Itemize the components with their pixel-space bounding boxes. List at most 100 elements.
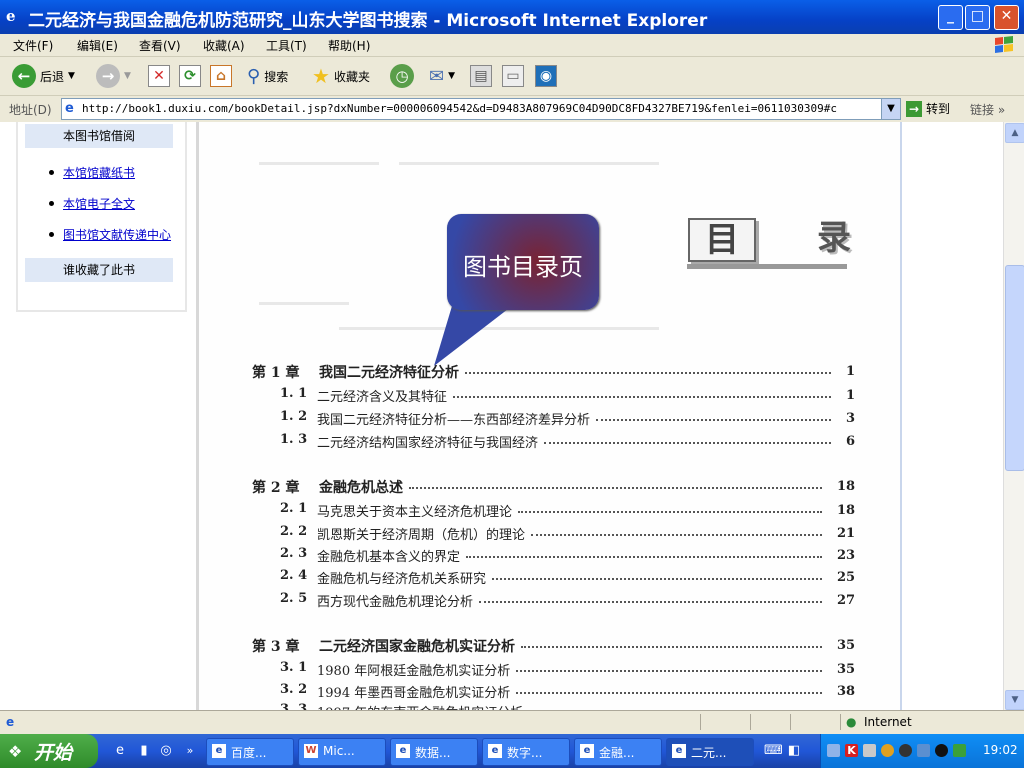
toc-leader-dots (521, 646, 822, 648)
toc-number: 1. 1 (280, 386, 308, 401)
toolbar: ← 后退 ▼ → ▼ ✕ ⟳ ⌂ ⚲ 搜索 ★ 收藏夹 ◷ ✉ ▼ ▤ ▭ ◉ (0, 57, 1024, 96)
window-title: 二元经济与我国金融危机防范研究_山东大学图书搜索 - Microsoft Int… (28, 11, 708, 31)
toc-leader-dots (479, 601, 822, 603)
quicklaunch-more-icon[interactable]: » (182, 743, 198, 759)
minimize-button[interactable]: _ (938, 5, 963, 30)
tray-app-icon[interactable] (881, 744, 894, 757)
tray-volume-icon[interactable] (863, 744, 876, 757)
link-library-paper-books[interactable]: 本馆馆藏纸书 (63, 164, 135, 181)
page-status-icon: e (6, 715, 15, 729)
messenger-button[interactable]: ◉ (535, 63, 557, 89)
tray-network-icon[interactable] (827, 744, 840, 757)
menu-help[interactable]: 帮助(H) (328, 37, 370, 54)
vertical-scrollbar[interactable]: ▲ ▼ (1003, 122, 1024, 710)
tray-disc-icon[interactable] (935, 744, 948, 757)
home-icon: ⌂ (210, 65, 232, 87)
menu-edit[interactable]: 编辑(E) (77, 37, 118, 54)
windows-flag-icon: ❖ (8, 742, 23, 761)
back-dropdown-icon[interactable]: ▼ (68, 71, 75, 81)
task-label: 二元... (691, 746, 727, 760)
search-button[interactable]: ⚲ 搜索 (247, 63, 288, 89)
ie-icon: e (6, 7, 16, 25)
refresh-button[interactable]: ⟳ (179, 63, 201, 89)
mail-button[interactable]: ✉ ▼ (429, 63, 455, 89)
task-button-active[interactable]: e 二元... (666, 738, 754, 766)
address-input[interactable]: e http://book1.duxiu.com/bookDetail.jsp?… (61, 98, 883, 120)
toc-number: 3. 1 (280, 660, 308, 675)
start-button[interactable]: ❖ 开始 (0, 734, 98, 768)
toc-section-row: 3. 2 1994 年墨西哥金融危机实证分析 38 (199, 680, 900, 702)
print-button[interactable]: ▤ (470, 63, 492, 89)
scroll-up-button[interactable]: ▲ (1005, 123, 1024, 143)
scroll-down-button[interactable]: ▼ (1005, 690, 1024, 710)
favorites-button[interactable]: ★ 收藏夹 (312, 63, 370, 89)
menu-file[interactable]: 文件(F) (13, 37, 53, 54)
forward-dropdown-icon[interactable]: ▼ (124, 71, 131, 81)
maximize-button[interactable]: □ (965, 5, 990, 30)
menu-bar: 文件(F) 编辑(E) 查看(V) 收藏(A) 工具(T) 帮助(H) (0, 34, 1024, 57)
address-bar: 地址(D) e http://book1.duxiu.com/bookDetai… (0, 96, 1024, 122)
forward-button[interactable]: → ▼ (96, 63, 131, 89)
toc-chapter-row: 第 3 章 二元经济国家金融危机实证分析 35 (199, 634, 900, 656)
toc-number: 3. 3 (280, 702, 308, 710)
toc-number: 第 1 章 (252, 365, 300, 381)
stop-button[interactable]: ✕ (148, 63, 170, 89)
task-button[interactable]: e 金融... (574, 738, 662, 766)
close-button[interactable]: ✕ (994, 5, 1019, 30)
status-bar: e ● Internet (0, 710, 1024, 735)
task-button[interactable]: e 数据... (390, 738, 478, 766)
history-button[interactable]: ◷ (390, 63, 414, 89)
task-label: Mic... (323, 744, 355, 758)
toc-number: 第 2 章 (252, 480, 300, 496)
page-icon: e (65, 101, 74, 116)
divider (900, 122, 902, 710)
task-button[interactable]: W Mic... (298, 738, 386, 766)
search-label: 搜索 (264, 69, 289, 84)
mail-dropdown-icon[interactable]: ▼ (448, 71, 455, 81)
toc-page-number: 18 (837, 479, 856, 494)
quicklaunch-ie-icon[interactable]: e (112, 743, 128, 759)
scroll-thumb[interactable] (1005, 265, 1024, 471)
tray-chat-icon[interactable] (953, 744, 966, 757)
faint-line (399, 162, 659, 165)
toc-leader-dots (544, 442, 831, 444)
quicklaunch-media-icon[interactable]: ▮ (136, 743, 152, 759)
toc-section-row: 3. 1 1980 年阿根廷金融危机实证分析 35 (199, 658, 900, 680)
tray-shield-icon[interactable] (917, 744, 930, 757)
keyboard-icon[interactable]: ⌨ (764, 743, 783, 759)
menu-tools[interactable]: 工具(T) (266, 37, 307, 54)
toc-section-row: 2. 1 马克思关于资本主义经济危机理论 18 (199, 499, 900, 521)
language-icon[interactable]: ◧ (786, 743, 802, 759)
toc-page-number: 1 (846, 388, 856, 403)
callout-tail (434, 306, 512, 366)
link-library-fulltext[interactable]: 本馆电子全文 (63, 195, 135, 212)
menu-view[interactable]: 查看(V) (139, 37, 181, 54)
back-button[interactable]: ← 后退 ▼ (12, 63, 75, 89)
toc-heading-char: 录 (817, 218, 851, 258)
toc-title: 我国二元经济特征分析——东西部经济差异分析 (317, 413, 591, 428)
toc-section-row: 1. 2 我国二元经济特征分析——东西部经济差异分析 3 (199, 407, 900, 429)
tray-antivirus-icon[interactable]: K (845, 744, 858, 757)
toc-leader-dots (453, 396, 831, 398)
address-dropdown-icon[interactable]: ▼ (881, 98, 901, 120)
quicklaunch-desktop-icon[interactable]: ◎ (158, 743, 174, 759)
toc-section-row: 2. 3 金融危机基本含义的界定 23 (199, 544, 900, 566)
toc-leader-dots (518, 511, 822, 513)
toc-title: 1980 年阿根廷金融危机实证分析 (317, 664, 511, 679)
toc-page-number: 1 (846, 364, 856, 379)
toc-section-row: 3. 3 1997 年的东南亚金融危机实证分析 (199, 700, 900, 710)
toc-number: 2. 3 (280, 546, 308, 561)
task-button[interactable]: e 数字... (482, 738, 570, 766)
link-document-delivery[interactable]: 图书馆文献传递中心 (63, 226, 171, 243)
home-button[interactable]: ⌂ (210, 63, 232, 89)
task-icon: e (672, 744, 686, 758)
tray-player-icon[interactable] (899, 744, 912, 757)
go-button[interactable]: → 转到 (906, 100, 950, 117)
menu-favorites[interactable]: 收藏(A) (203, 37, 245, 54)
messenger-icon: ◉ (535, 65, 557, 87)
system-tray: K 19:02 (820, 734, 1024, 768)
address-label: 地址(D) (9, 103, 52, 117)
edit-button[interactable]: ▭ (502, 63, 524, 89)
task-button[interactable]: e 百度... (206, 738, 294, 766)
links-button[interactable]: 链接 » (970, 101, 1005, 118)
